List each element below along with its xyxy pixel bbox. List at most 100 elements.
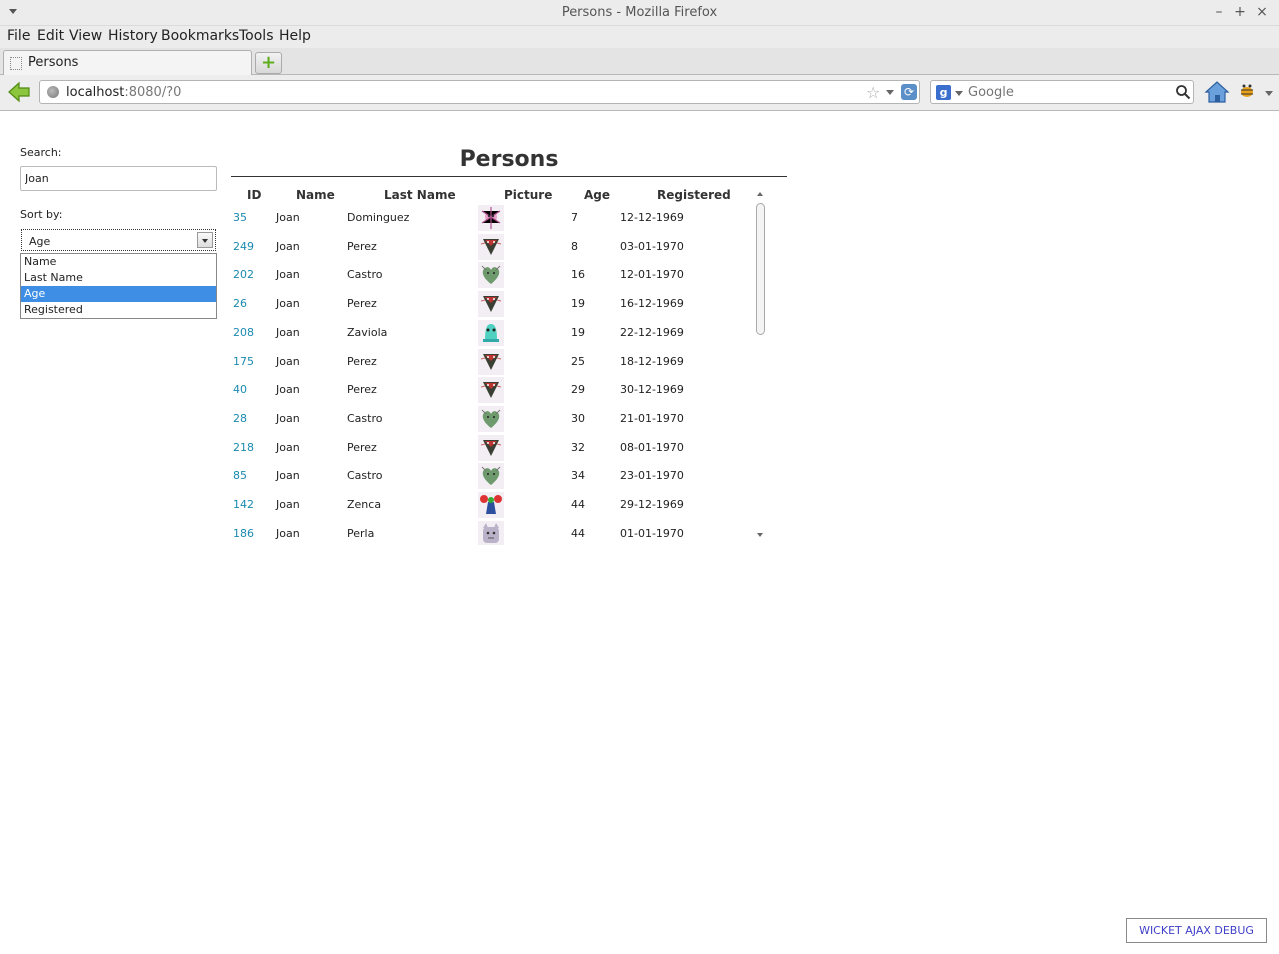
- person-first-name: Joan: [276, 297, 300, 310]
- green-heart-monster-icon: [481, 409, 501, 428]
- person-id-link[interactable]: 28: [233, 412, 247, 425]
- person-first-name: Joan: [276, 326, 300, 339]
- search-label: Search:: [20, 146, 62, 159]
- web-search-input[interactable]: [968, 84, 1168, 100]
- person-registered: 08-01-1970: [620, 441, 684, 454]
- person-id-link[interactable]: 26: [233, 297, 247, 310]
- person-first-name: Joan: [276, 527, 300, 540]
- person-age: 7: [571, 211, 578, 224]
- sort-option-name[interactable]: Name: [21, 254, 216, 270]
- table-row: 175 Joan Perez 25 18-12-1969: [231, 349, 753, 378]
- person-id-link[interactable]: 40: [233, 383, 247, 396]
- dark-triangle-monster-icon: [480, 354, 502, 370]
- table-row: 35 Joan Dominguez 7 12-12-1969: [231, 205, 753, 234]
- tab-strip: Persons +: [0, 48, 1279, 76]
- firebug-icon[interactable]: [1238, 82, 1256, 100]
- scroll-up-icon[interactable]: [757, 192, 763, 196]
- person-picture: [478, 234, 504, 260]
- menu-edit[interactable]: Edit: [37, 28, 64, 44]
- history-dropdown-icon[interactable]: [886, 90, 894, 95]
- person-id-link[interactable]: 218: [233, 441, 254, 454]
- sort-option-last-name[interactable]: Last Name: [21, 270, 216, 286]
- person-last-name: Castro: [347, 469, 383, 482]
- table-scrollbar[interactable]: [754, 188, 767, 544]
- scrollbar-thumb[interactable]: [756, 203, 765, 335]
- person-first-name: Joan: [276, 441, 300, 454]
- reload-icon[interactable]: ⟳: [901, 84, 917, 100]
- person-picture: [478, 492, 504, 518]
- menu-bar: File Edit View History Bookmarks Tools H…: [0, 26, 1279, 48]
- new-tab-button[interactable]: +: [255, 52, 282, 74]
- person-age: 44: [571, 527, 585, 540]
- person-age: 30: [571, 412, 585, 425]
- person-registered: 22-12-1969: [620, 326, 684, 339]
- dark-triangle-monster-icon: [480, 239, 502, 255]
- chevron-down-icon[interactable]: [197, 232, 213, 248]
- tab-persons[interactable]: Persons: [3, 50, 252, 76]
- menu-help[interactable]: Help: [279, 28, 311, 44]
- scroll-down-icon[interactable]: [757, 533, 763, 537]
- person-id-link[interactable]: 202: [233, 268, 254, 281]
- pink-spiky-monster-icon: [481, 207, 501, 229]
- person-picture: [478, 435, 504, 461]
- sort-label: Sort by:: [20, 208, 63, 221]
- window-title: Persons - Mozilla Firefox: [561, 5, 718, 20]
- toolbar-overflow-icon[interactable]: [1265, 91, 1273, 96]
- dark-triangle-monster-icon: [480, 382, 502, 398]
- menu-history[interactable]: History: [108, 28, 158, 44]
- sort-select[interactable]: Age: [21, 229, 216, 251]
- maximize-button[interactable]: +: [1232, 4, 1248, 20]
- person-id-link[interactable]: 186: [233, 527, 254, 540]
- column-header-name: Name: [296, 188, 335, 202]
- person-registered: 18-12-1969: [620, 355, 684, 368]
- person-registered: 29-12-1969: [620, 498, 684, 511]
- table-row: 85 Joan Castro 34 23-01-1970: [231, 463, 753, 492]
- page-favicon-icon: [10, 57, 22, 70]
- person-age: 29: [571, 383, 585, 396]
- url-text[interactable]: localhost:8080/?0: [66, 85, 181, 100]
- home-icon[interactable]: [1204, 80, 1230, 104]
- person-age: 8: [571, 240, 578, 253]
- sort-option-age[interactable]: Age: [21, 286, 216, 302]
- person-last-name: Perez: [347, 441, 377, 454]
- site-identity-icon[interactable]: [47, 86, 59, 98]
- gray-cat-monster-icon: [483, 523, 499, 543]
- person-id-link[interactable]: 142: [233, 498, 254, 511]
- menu-view[interactable]: View: [69, 28, 102, 44]
- teal-bell-monster-icon: [483, 324, 499, 342]
- green-heart-monster-icon: [481, 466, 501, 485]
- search-icon[interactable]: [1175, 84, 1191, 100]
- close-button[interactable]: ×: [1254, 4, 1270, 20]
- person-id-link[interactable]: 35: [233, 211, 247, 224]
- person-registered: 16-12-1969: [620, 297, 684, 310]
- person-last-name: Zaviola: [347, 326, 388, 339]
- menu-tools[interactable]: Tools: [239, 28, 274, 44]
- back-arrow-icon[interactable]: [7, 81, 31, 103]
- column-header-last-name: Last Name: [384, 188, 456, 202]
- person-id-link[interactable]: 85: [233, 469, 247, 482]
- green-heart-monster-icon: [481, 265, 501, 284]
- web-search-box[interactable]: g: [930, 80, 1194, 104]
- person-registered: 23-01-1970: [620, 469, 684, 482]
- person-id-link[interactable]: 175: [233, 355, 254, 368]
- person-picture: [478, 320, 504, 346]
- minimize-button[interactable]: –: [1211, 4, 1227, 20]
- bookmark-star-icon[interactable]: ☆: [866, 83, 880, 102]
- person-last-name: Castro: [347, 412, 383, 425]
- person-picture: [478, 521, 504, 545]
- window-titlebar: Persons - Mozilla Firefox – + ×: [0, 0, 1279, 26]
- person-id-link[interactable]: 208: [233, 326, 254, 339]
- google-g-icon[interactable]: g: [936, 85, 951, 100]
- person-first-name: Joan: [276, 355, 300, 368]
- search-input[interactable]: [20, 166, 217, 191]
- address-bar[interactable]: localhost:8080/?0 ☆ ⟳: [39, 80, 920, 104]
- person-last-name: Perez: [347, 383, 377, 396]
- person-picture: [478, 377, 504, 403]
- wicket-ajax-debug-button[interactable]: WICKET AJAX DEBUG: [1126, 918, 1267, 943]
- menu-file[interactable]: File: [7, 28, 30, 44]
- person-first-name: Joan: [276, 268, 300, 281]
- search-engine-dropdown-icon[interactable]: [955, 91, 963, 96]
- menu-bookmarks[interactable]: Bookmarks: [161, 28, 239, 44]
- person-id-link[interactable]: 249: [233, 240, 254, 253]
- sort-option-registered[interactable]: Registered: [21, 302, 216, 318]
